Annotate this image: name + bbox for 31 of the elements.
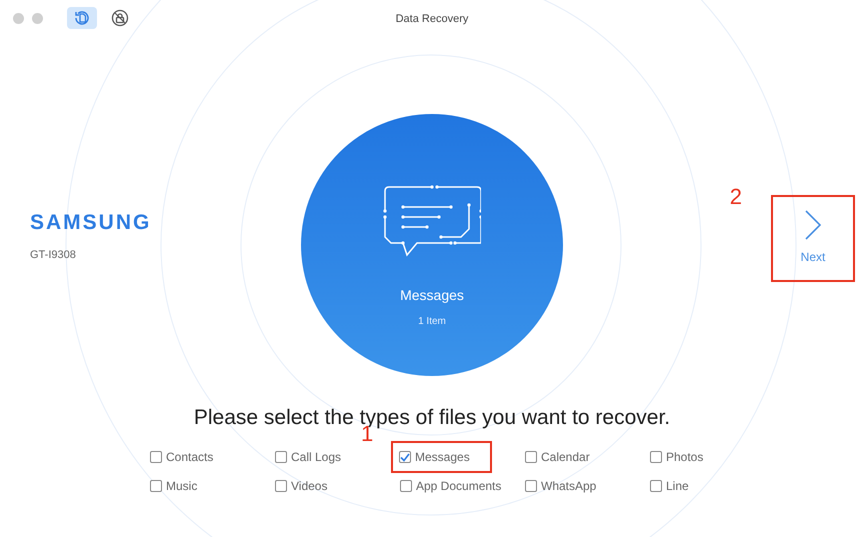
checkbox[interactable] bbox=[400, 480, 412, 492]
file-type-option[interactable]: Videos bbox=[275, 476, 328, 496]
file-type-option[interactable]: Calendar bbox=[525, 447, 590, 468]
item-count: 1 Item bbox=[418, 315, 446, 329]
file-type-option[interactable]: Photos bbox=[650, 447, 704, 468]
window-title: Data Recovery bbox=[396, 13, 468, 25]
file-type-option[interactable]: Music bbox=[150, 476, 198, 496]
preview-title: Messages bbox=[400, 286, 464, 305]
checkbox[interactable] bbox=[150, 451, 162, 464]
file-type-option[interactable]: Messages bbox=[399, 447, 470, 468]
next-button[interactable]: Next bbox=[773, 196, 853, 280]
file-type-option[interactable]: Call Logs bbox=[275, 447, 342, 468]
lock-icon bbox=[111, 9, 129, 27]
checkbox[interactable] bbox=[399, 451, 411, 464]
checkbox[interactable] bbox=[525, 480, 537, 492]
chevron-icon bbox=[804, 210, 822, 240]
checkbox[interactable] bbox=[525, 451, 537, 464]
checkbox[interactable] bbox=[650, 451, 662, 464]
device-model: GT-I9308 bbox=[30, 248, 77, 262]
checkbox[interactable] bbox=[650, 480, 662, 492]
recovery-button[interactable] bbox=[67, 7, 97, 29]
checkbox[interactable] bbox=[275, 451, 287, 464]
checkbox[interactable] bbox=[275, 480, 287, 492]
file-type-option[interactable]: Contacts bbox=[150, 447, 214, 468]
file-type-option[interactable]: WhatsApp bbox=[525, 476, 596, 496]
file-type-option[interactable]: App Documents bbox=[400, 476, 502, 496]
callout-number: 2 bbox=[730, 183, 742, 211]
file-restore-icon bbox=[73, 9, 91, 27]
brand-name: SAMSUNG bbox=[30, 210, 152, 236]
file-type-option[interactable]: Line bbox=[650, 476, 689, 496]
checkbox[interactable] bbox=[150, 480, 162, 492]
